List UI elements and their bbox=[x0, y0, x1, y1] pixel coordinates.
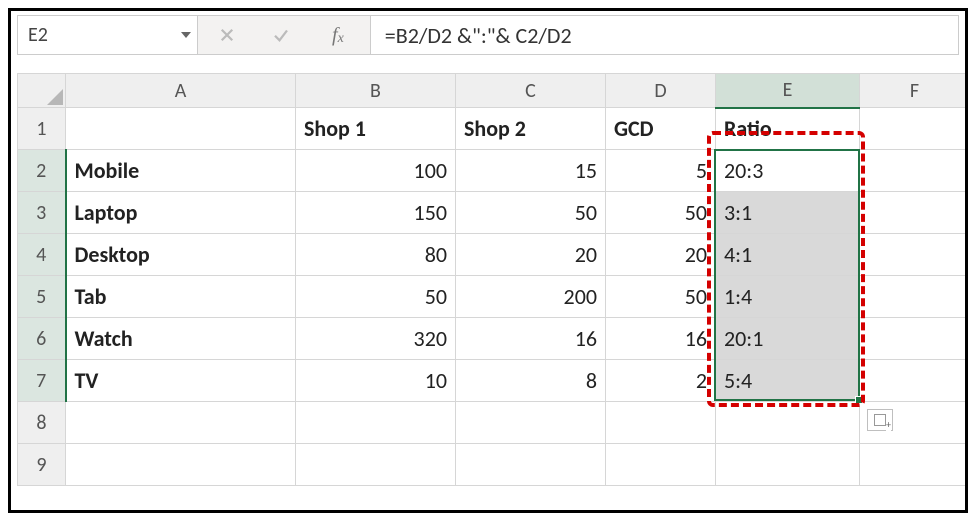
cell-D2[interactable]: 5 bbox=[606, 150, 716, 192]
row-header-6[interactable]: 6 bbox=[18, 318, 66, 360]
row-header-4[interactable]: 4 bbox=[18, 234, 66, 276]
col-header-A[interactable]: A bbox=[66, 74, 296, 108]
cell-E2[interactable]: 20:3 bbox=[716, 150, 860, 192]
cell-B2[interactable]: 100 bbox=[296, 150, 456, 192]
cell-B3[interactable]: 150 bbox=[296, 192, 456, 234]
cell-A5[interactable]: Tab bbox=[66, 276, 296, 318]
cell-F5[interactable] bbox=[860, 276, 969, 318]
row-header-1[interactable]: 1 bbox=[18, 108, 66, 150]
cell-B8[interactable] bbox=[296, 402, 456, 444]
cell-C8[interactable] bbox=[456, 402, 606, 444]
cell-E3[interactable]: 3:1 bbox=[716, 192, 860, 234]
fill-handle[interactable] bbox=[855, 396, 863, 404]
table-row: 8 bbox=[18, 402, 969, 444]
name-box[interactable]: E2 bbox=[18, 16, 198, 54]
cell-B7[interactable]: 10 bbox=[296, 360, 456, 402]
cell-A2[interactable]: Mobile bbox=[66, 150, 296, 192]
col-header-E[interactable]: E bbox=[716, 74, 860, 108]
table-row: 5 Tab 50 200 50 1:4 bbox=[18, 276, 969, 318]
cell-D4[interactable]: 20 bbox=[606, 234, 716, 276]
cell-E9[interactable] bbox=[716, 444, 860, 486]
spreadsheet-grid[interactable]: A B C D E F 1 Shop 1 Shop 2 GCD Ratio bbox=[17, 73, 959, 486]
cancel-icon[interactable] bbox=[214, 22, 240, 48]
cell-F2[interactable] bbox=[860, 150, 969, 192]
cell-E1[interactable]: Ratio bbox=[716, 108, 860, 150]
cell-F4[interactable] bbox=[860, 234, 969, 276]
table-row: 2 Mobile 100 15 5 20:3 bbox=[18, 150, 969, 192]
cell-F6[interactable] bbox=[860, 318, 969, 360]
cell-B9[interactable] bbox=[296, 444, 456, 486]
cell-F1[interactable] bbox=[860, 108, 969, 150]
chevron-down-icon[interactable] bbox=[181, 32, 191, 38]
select-all-corner[interactable] bbox=[18, 74, 66, 108]
row-header-7[interactable]: 7 bbox=[18, 360, 66, 402]
cell-D1[interactable]: GCD bbox=[606, 108, 716, 150]
cell-A3[interactable]: Laptop bbox=[66, 192, 296, 234]
cell-A7[interactable]: TV bbox=[66, 360, 296, 402]
formula-text: =B2/D2 &":"& C2/D2 bbox=[385, 22, 572, 49]
row-header-9[interactable]: 9 bbox=[18, 444, 66, 486]
row-header-5[interactable]: 5 bbox=[18, 276, 66, 318]
cell-A9[interactable] bbox=[66, 444, 296, 486]
cell-C2[interactable]: 15 bbox=[456, 150, 606, 192]
formula-bar-buttons: fx bbox=[198, 16, 371, 54]
col-header-C[interactable]: C bbox=[456, 74, 606, 108]
cell-C6[interactable]: 16 bbox=[456, 318, 606, 360]
cell-E7[interactable]: 5:4 bbox=[716, 360, 860, 402]
cell-C3[interactable]: 50 bbox=[456, 192, 606, 234]
cell-F3[interactable] bbox=[860, 192, 969, 234]
cell-A4[interactable]: Desktop bbox=[66, 234, 296, 276]
name-box-value: E2 bbox=[28, 23, 48, 47]
table-row: 3 Laptop 150 50 50 3:1 bbox=[18, 192, 969, 234]
cell-B6[interactable]: 320 bbox=[296, 318, 456, 360]
col-header-B[interactable]: B bbox=[296, 74, 456, 108]
cell-C9[interactable] bbox=[456, 444, 606, 486]
cell-E4[interactable]: 4:1 bbox=[716, 234, 860, 276]
enter-check-icon[interactable] bbox=[268, 22, 294, 48]
cell-E8[interactable] bbox=[716, 402, 860, 444]
fx-icon[interactable]: fx bbox=[322, 24, 354, 47]
cell-C5[interactable]: 200 bbox=[456, 276, 606, 318]
cell-E5[interactable]: 1:4 bbox=[716, 276, 860, 318]
cell-B1[interactable]: Shop 1 bbox=[296, 108, 456, 150]
cell-B5[interactable]: 50 bbox=[296, 276, 456, 318]
table-row: 9 bbox=[18, 444, 969, 486]
cell-D6[interactable]: 16 bbox=[606, 318, 716, 360]
table-row: 4 Desktop 80 20 20 4:1 bbox=[18, 234, 969, 276]
formula-input[interactable]: =B2/D2 &":"& C2/D2 bbox=[371, 16, 958, 54]
table-row: 1 Shop 1 Shop 2 GCD Ratio bbox=[18, 108, 969, 150]
cell-D9[interactable] bbox=[606, 444, 716, 486]
cell-D8[interactable] bbox=[606, 402, 716, 444]
cell-A1[interactable] bbox=[66, 108, 296, 150]
column-header-row: A B C D E F bbox=[18, 74, 969, 108]
cell-D3[interactable]: 50 bbox=[606, 192, 716, 234]
cell-C4[interactable]: 20 bbox=[456, 234, 606, 276]
table-row: 7 TV 10 8 2 5:4 bbox=[18, 360, 969, 402]
cell-C7[interactable]: 8 bbox=[456, 360, 606, 402]
cell-E6[interactable]: 20:1 bbox=[716, 318, 860, 360]
autofill-options-icon[interactable]: + bbox=[867, 409, 893, 431]
cell-D5[interactable]: 50 bbox=[606, 276, 716, 318]
row-header-8[interactable]: 8 bbox=[18, 402, 66, 444]
cell-D7[interactable]: 2 bbox=[606, 360, 716, 402]
table-row: 6 Watch 320 16 16 20:1 bbox=[18, 318, 969, 360]
app-window: E2 fx =B2/D2 &":"& C2/D2 bbox=[8, 8, 968, 513]
formula-bar: E2 fx =B2/D2 &":"& C2/D2 bbox=[17, 15, 959, 55]
col-header-F[interactable]: F bbox=[860, 74, 969, 108]
cell-B4[interactable]: 80 bbox=[296, 234, 456, 276]
cell-F9[interactable] bbox=[860, 444, 969, 486]
cell-F7[interactable] bbox=[860, 360, 969, 402]
col-header-D[interactable]: D bbox=[606, 74, 716, 108]
cell-A6[interactable]: Watch bbox=[66, 318, 296, 360]
row-header-3[interactable]: 3 bbox=[18, 192, 66, 234]
cell-A8[interactable] bbox=[66, 402, 296, 444]
cell-C1[interactable]: Shop 2 bbox=[456, 108, 606, 150]
row-header-2[interactable]: 2 bbox=[18, 150, 66, 192]
